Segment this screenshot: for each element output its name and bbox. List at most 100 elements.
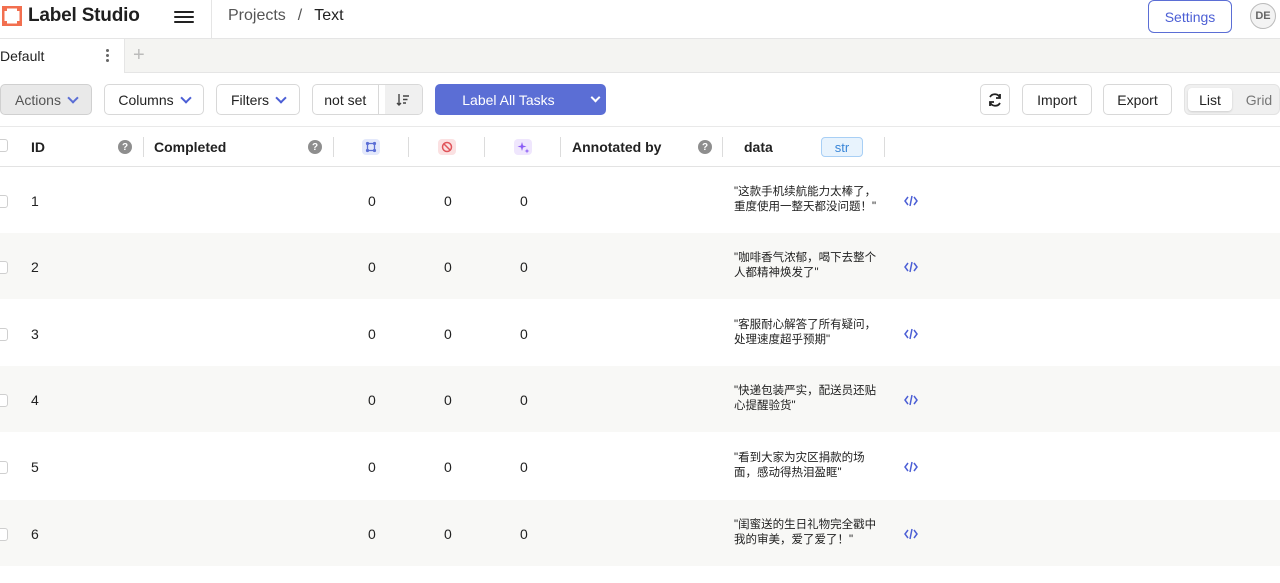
row-predictions: 0 <box>520 526 528 542</box>
view-mode-toggle: List Grid <box>1184 84 1280 115</box>
order-select[interactable]: not set <box>313 85 379 114</box>
column-header-completed[interactable]: Completed <box>154 127 226 167</box>
row-total-annotations: 0 <box>368 193 376 209</box>
table-row[interactable]: 4 0 0 0 "快递包装严实，配送员还贴心提醒验货" <box>0 366 1280 432</box>
tab-default[interactable]: Default <box>0 39 125 73</box>
row-cancelled-annotations: 0 <box>444 259 452 275</box>
label-all-tasks-label: Label All Tasks <box>462 91 555 108</box>
label-all-dropdown-toggle[interactable] <box>587 85 605 114</box>
row-id: 5 <box>31 459 39 475</box>
menu-icon[interactable] <box>174 8 194 28</box>
row-checkbox[interactable] <box>0 195 8 208</box>
help-icon[interactable]: ? <box>698 140 712 154</box>
column-header-annotated-by[interactable]: Annotated by <box>572 127 661 167</box>
row-id: 2 <box>31 259 39 275</box>
row-data-text: "快递包装严实，配送员还贴心提醒验货" <box>734 385 877 412</box>
column-resizer[interactable] <box>408 137 409 157</box>
row-predictions: 0 <box>520 392 528 408</box>
code-view-icon[interactable] <box>904 195 918 207</box>
row-checkbox[interactable] <box>0 528 8 541</box>
columns-button[interactable]: Columns <box>104 84 204 115</box>
table-row[interactable]: 6 0 0 0 "闺蜜送的生日礼物完全戳中我的审美，爱了爱了！" <box>0 500 1280 566</box>
view-tab-strip: Default + <box>0 39 1280 73</box>
table-row[interactable]: 1 0 0 0 "这款手机续航能力太棒了，重度使用一整天都没问题！" <box>0 167 1280 233</box>
app-name: Label Studio <box>28 5 140 26</box>
row-data-text: "客服耐心解答了所有疑问，处理速度超乎预期" <box>734 319 877 346</box>
row-checkbox[interactable] <box>0 461 8 474</box>
filters-button[interactable]: Filters <box>216 84 300 115</box>
sort-direction-toggle[interactable] <box>384 85 422 114</box>
row-total-annotations: 0 <box>368 526 376 542</box>
row-id: 4 <box>31 392 39 408</box>
label-studio-logo-icon <box>2 6 22 26</box>
select-all-checkbox[interactable] <box>0 139 8 152</box>
row-predictions: 0 <box>520 259 528 275</box>
tab-options-icon[interactable] <box>106 49 110 63</box>
column-resizer[interactable] <box>484 137 485 157</box>
columns-label: Columns <box>118 91 174 108</box>
row-checkbox[interactable] <box>0 328 8 341</box>
actions-label: Actions <box>15 91 61 108</box>
filters-label: Filters <box>230 91 270 108</box>
app-logo[interactable]: Label Studio <box>2 5 140 27</box>
label-all-tasks-button[interactable]: Label All Tasks <box>435 84 606 115</box>
column-resizer[interactable] <box>722 137 723 157</box>
column-header-predictions[interactable] <box>514 139 532 155</box>
row-id: 6 <box>31 526 39 542</box>
sort-icon <box>396 93 410 106</box>
table-row[interactable]: 3 0 0 0 "客服耐心解答了所有疑问，处理速度超乎预期" <box>0 300 1280 366</box>
breadcrumb-projects[interactable]: Projects <box>228 7 286 25</box>
view-list-option[interactable]: List <box>1188 88 1232 111</box>
breadcrumb-current: Text <box>314 7 344 24</box>
code-view-icon[interactable] <box>904 394 918 406</box>
user-avatar[interactable]: DE <box>1250 3 1276 29</box>
column-resizer[interactable] <box>143 137 144 157</box>
breadcrumb-separator: / <box>297 7 303 24</box>
data-manager-toolbar: Actions Columns Filters not set Label Al… <box>0 73 1280 127</box>
tab-label: Default <box>0 48 45 64</box>
top-navigation-bar: Label Studio Projects / Text Settings DE <box>0 0 1280 39</box>
row-checkbox[interactable] <box>0 261 8 274</box>
row-data-text: "闺蜜送的生日礼物完全戳中我的审美，爱了爱了！" <box>734 519 877 546</box>
refresh-icon <box>989 92 1001 107</box>
data-type-badge: str <box>821 137 863 157</box>
annotations-icon <box>365 141 377 153</box>
code-view-icon[interactable] <box>904 528 918 540</box>
row-id: 1 <box>31 193 39 209</box>
column-resizer[interactable] <box>560 137 561 157</box>
help-icon[interactable]: ? <box>118 140 132 154</box>
row-checkbox[interactable] <box>0 394 8 407</box>
refresh-button[interactable] <box>980 84 1010 115</box>
view-grid-option[interactable]: Grid <box>1239 88 1279 111</box>
export-button[interactable]: Export <box>1103 84 1172 115</box>
help-icon[interactable]: ? <box>308 140 322 154</box>
row-data-text: "咖啡香气浓郁，喝下去整个人都精神焕发了" <box>734 252 877 279</box>
chevron-down-icon <box>179 91 192 104</box>
column-header-data[interactable]: data <box>744 127 773 167</box>
code-view-icon[interactable] <box>904 261 918 273</box>
code-view-icon[interactable] <box>904 328 918 340</box>
column-header-id[interactable]: ID <box>31 127 45 167</box>
chevron-down-icon <box>590 92 601 103</box>
column-header-cancelled-annotations[interactable] <box>438 139 456 155</box>
row-predictions: 0 <box>520 459 528 475</box>
table-row[interactable]: 2 0 0 0 "咖啡香气浓郁，喝下去整个人都精神焕发了" <box>0 233 1280 299</box>
row-cancelled-annotations: 0 <box>444 392 452 408</box>
row-cancelled-annotations: 0 <box>444 326 452 342</box>
column-resizer[interactable] <box>884 137 885 157</box>
row-total-annotations: 0 <box>368 392 376 408</box>
code-view-icon[interactable] <box>904 461 918 473</box>
settings-button[interactable]: Settings <box>1148 0 1232 33</box>
row-id: 3 <box>31 326 39 342</box>
column-header-total-annotations[interactable] <box>362 139 380 155</box>
row-total-annotations: 0 <box>368 459 376 475</box>
column-resizer[interactable] <box>333 137 334 157</box>
add-tab-icon[interactable]: + <box>133 44 145 67</box>
row-total-annotations: 0 <box>368 326 376 342</box>
row-cancelled-annotations: 0 <box>444 193 452 209</box>
import-button[interactable]: Import <box>1022 84 1092 115</box>
table-row[interactable]: 5 0 0 0 "看到大家为灾区捐款的场面，感动得热泪盈眶" <box>0 433 1280 499</box>
actions-button[interactable]: Actions <box>0 84 92 115</box>
table-header: ID ? Completed ? Annotated by ? data str <box>0 127 1280 167</box>
order-control: not set <box>312 84 423 115</box>
